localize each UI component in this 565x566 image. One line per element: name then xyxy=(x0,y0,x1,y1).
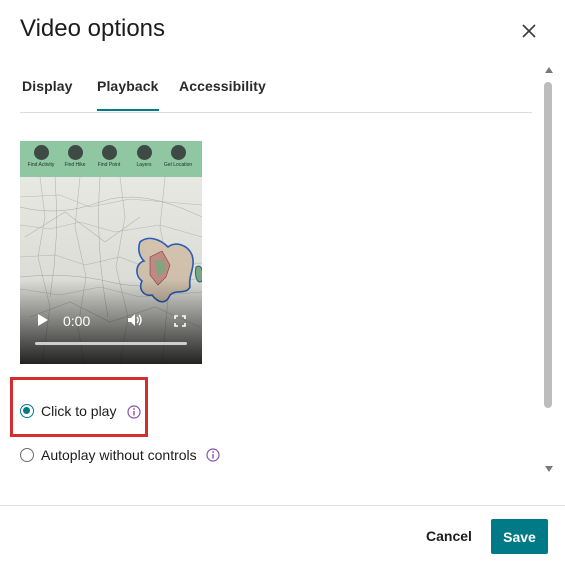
tab-accessibility[interactable]: Accessibility xyxy=(179,78,266,111)
toolbar-item: Get Location xyxy=(161,145,195,168)
scroll-up-arrow[interactable] xyxy=(545,67,553,73)
tab-playback[interactable]: Playback xyxy=(97,78,159,111)
play-icon xyxy=(38,314,48,326)
toolbar-item: Find Hike xyxy=(58,145,92,168)
toolbar-item-label: Find Activity xyxy=(27,162,55,168)
tab-bar: Display Playback Accessibility xyxy=(20,78,532,113)
find-hike-icon xyxy=(67,145,83,160)
scrollbar[interactable] xyxy=(544,67,554,472)
fullscreen-icon xyxy=(174,315,186,327)
video-preview[interactable]: Find Activity Find Hike Find Point Layer… xyxy=(20,141,202,364)
find-point-icon xyxy=(101,145,117,160)
tab-label: Playback xyxy=(97,78,159,94)
save-button[interactable]: Save xyxy=(491,519,548,554)
tab-label: Display xyxy=(22,78,73,94)
current-time: 0:00 xyxy=(63,313,91,329)
map-image xyxy=(20,177,202,364)
toolbar-item-label: Find Point xyxy=(97,162,121,168)
close-button[interactable] xyxy=(518,20,540,42)
scroll-down-arrow[interactable] xyxy=(545,466,553,472)
toolbar-item-label: Get Location xyxy=(163,162,193,168)
map-app-toolbar: Find Activity Find Hike Find Point Layer… xyxy=(20,141,202,177)
cancel-button[interactable]: Cancel xyxy=(418,519,480,553)
toolbar-item: Find Activity xyxy=(24,145,58,168)
close-icon xyxy=(522,24,536,38)
tab-label: Accessibility xyxy=(179,78,266,94)
footer-divider xyxy=(0,505,565,506)
info-icon[interactable] xyxy=(206,448,220,462)
autoplay-label[interactable]: Autoplay without controls xyxy=(41,447,197,463)
scrollbar-thumb[interactable] xyxy=(544,82,552,408)
find-activity-icon xyxy=(33,145,49,160)
option-autoplay-without-controls[interactable]: Autoplay without controls xyxy=(20,447,210,467)
click-to-play-radio[interactable] xyxy=(20,404,34,418)
seek-bar[interactable] xyxy=(35,342,187,345)
toolbar-item-label: Find Hike xyxy=(64,162,86,168)
option-click-to-play[interactable]: Click to play xyxy=(20,403,180,423)
volume-icon xyxy=(128,314,142,326)
location-icon xyxy=(170,145,186,160)
layers-icon xyxy=(136,145,152,160)
play-button[interactable] xyxy=(37,313,49,332)
video-options-dialog: Video options Display Playback Accessibi… xyxy=(0,0,565,566)
toolbar-item: Find Point xyxy=(92,145,126,168)
mute-button[interactable] xyxy=(127,313,143,332)
click-to-play-label[interactable]: Click to play xyxy=(41,403,116,419)
dialog-title: Video options xyxy=(20,15,166,42)
fullscreen-button[interactable] xyxy=(174,314,186,332)
toolbar-item-label: Layers xyxy=(136,162,152,168)
autoplay-radio[interactable] xyxy=(20,448,34,462)
info-icon[interactable] xyxy=(127,405,141,419)
tab-display[interactable]: Display xyxy=(22,78,73,111)
toolbar-item: Layers xyxy=(127,145,161,168)
